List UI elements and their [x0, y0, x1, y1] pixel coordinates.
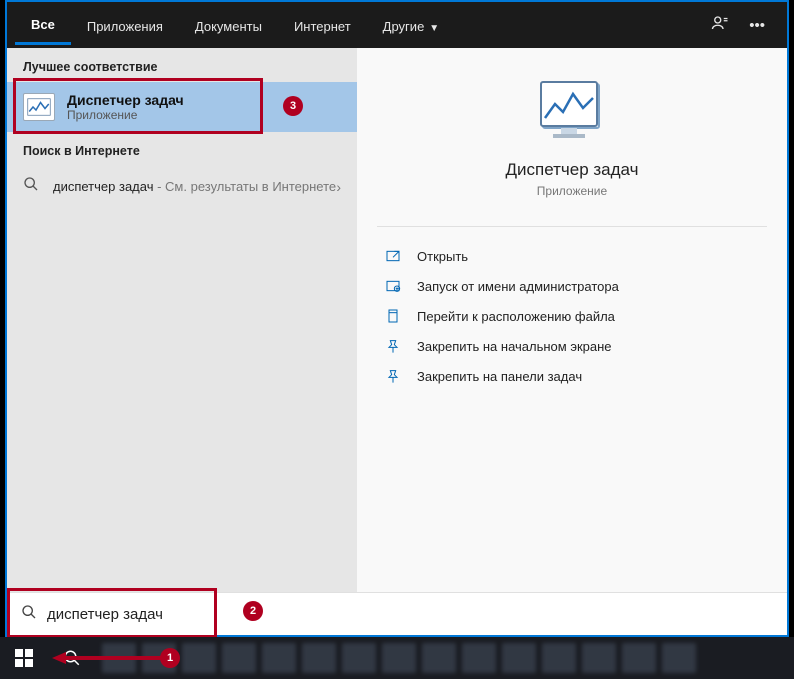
section-web-search: Поиск в Интернете	[7, 132, 357, 166]
more-icon[interactable]: •••	[739, 17, 775, 34]
taskbar-app[interactable]	[182, 643, 216, 673]
action-pin-taskbar[interactable]: Закрепить на панели задач	[377, 361, 767, 391]
feedback-icon[interactable]	[701, 14, 739, 36]
chevron-right-icon: ›	[336, 179, 341, 195]
taskbar-apps	[96, 643, 794, 673]
web-search-result[interactable]: диспетчер задач - См. результаты в Интер…	[7, 166, 357, 207]
search-panel: Все Приложения Документы Интернет Другие…	[5, 0, 789, 637]
tab-other[interactable]: Другие ▼	[367, 7, 456, 44]
taskbar-app[interactable]	[382, 643, 416, 673]
tab-documents[interactable]: Документы	[179, 7, 278, 44]
taskbar-app[interactable]	[302, 643, 336, 673]
folder-icon	[383, 308, 403, 324]
taskbar-app[interactable]	[342, 643, 376, 673]
best-match-title: Диспетчер задач	[67, 92, 184, 108]
annotation-arrow-1	[52, 649, 162, 667]
pin-taskbar-icon	[383, 368, 403, 384]
action-pin-start[interactable]: Закрепить на начальном экране	[377, 331, 767, 361]
app-preview: Диспетчер задач Приложение	[377, 80, 767, 227]
tab-other-label: Другие	[383, 19, 425, 34]
taskbar-app[interactable]	[262, 643, 296, 673]
annotation-badge-3: 3	[283, 96, 303, 116]
search-input-row: 2	[7, 592, 787, 635]
open-icon	[383, 248, 403, 264]
task-manager-icon	[23, 93, 55, 121]
actions-list: Открыть Запуск от имени администратора П…	[377, 227, 767, 391]
results-column: Лучшее соответствие Диспетчер задач Прил…	[7, 48, 357, 592]
preview-title: Диспетчер задач	[377, 160, 767, 180]
start-button[interactable]	[0, 637, 48, 679]
taskbar-app[interactable]	[542, 643, 576, 673]
best-match-subtitle: Приложение	[67, 108, 184, 122]
task-manager-icon-large	[537, 80, 607, 142]
taskbar-app[interactable]	[422, 643, 456, 673]
section-best-match: Лучшее соответствие	[7, 48, 357, 82]
action-open[interactable]: Открыть	[377, 241, 767, 271]
tab-internet[interactable]: Интернет	[278, 7, 367, 44]
preview-column: Диспетчер задач Приложение Открыть Запус…	[357, 48, 787, 592]
taskbar-app[interactable]	[222, 643, 256, 673]
tab-all[interactable]: Все	[15, 5, 71, 45]
search-icon	[21, 604, 37, 625]
search-body: Лучшее соответствие Диспетчер задач Прил…	[7, 48, 787, 592]
admin-icon	[383, 278, 403, 294]
chevron-down-icon: ▼	[429, 23, 439, 34]
action-open-location[interactable]: Перейти к расположению файла	[377, 301, 767, 331]
taskbar-app[interactable]	[582, 643, 616, 673]
tabs-bar: Все Приложения Документы Интернет Другие…	[7, 2, 787, 48]
taskbar-app[interactable]	[502, 643, 536, 673]
search-icon	[23, 176, 41, 197]
taskbar-app[interactable]	[462, 643, 496, 673]
tab-apps[interactable]: Приложения	[71, 7, 179, 44]
annotation-badge-1: 1	[160, 648, 180, 668]
search-input[interactable]	[47, 606, 773, 623]
action-run-admin[interactable]: Запуск от имени администратора	[377, 271, 767, 301]
taskbar-app[interactable]	[662, 643, 696, 673]
web-result-text: диспетчер задач - См. результаты в Интер…	[53, 179, 336, 194]
preview-subtitle: Приложение	[377, 184, 767, 198]
annotation-badge-2: 2	[243, 601, 263, 621]
pin-start-icon	[383, 338, 403, 354]
taskbar-app[interactable]	[622, 643, 656, 673]
best-match-result[interactable]: Диспетчер задач Приложение 3	[7, 82, 357, 132]
